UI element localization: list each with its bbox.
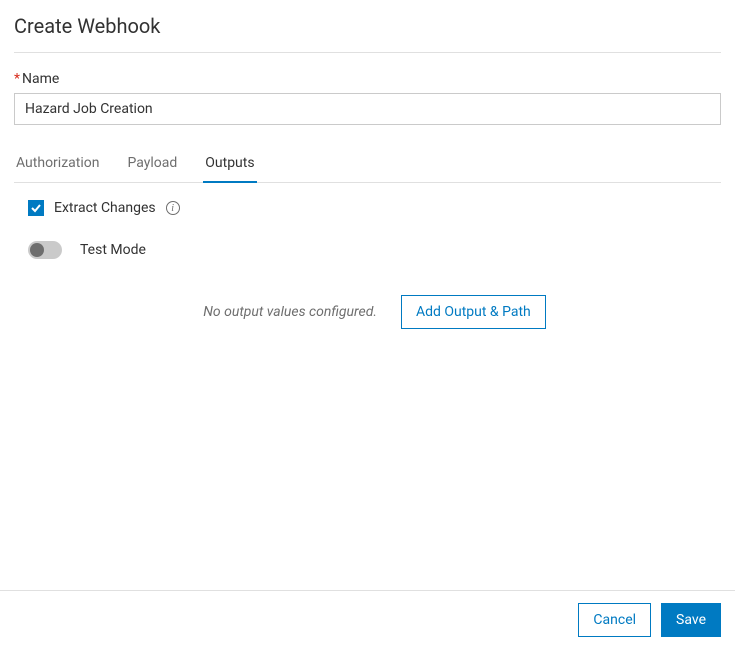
name-input[interactable]: [14, 93, 721, 125]
tabs: Authorization Payload Outputs: [14, 147, 721, 183]
extract-changes-label: Extract Changes: [54, 200, 156, 216]
required-marker: *: [14, 71, 20, 87]
add-output-path-button[interactable]: Add Output & Path: [401, 295, 546, 329]
divider: [14, 52, 721, 53]
test-mode-toggle[interactable]: [28, 241, 62, 259]
footer: Cancel Save: [0, 590, 735, 649]
name-label: *Name: [14, 71, 721, 87]
tab-authorization[interactable]: Authorization: [14, 147, 101, 183]
outputs-empty-message: No output values configured.: [203, 304, 377, 320]
save-button[interactable]: Save: [661, 603, 721, 637]
extract-changes-row: Extract Changes i: [28, 197, 721, 219]
test-mode-row: Test Mode: [28, 239, 721, 261]
outputs-empty-row: No output values configured. Add Output …: [28, 295, 721, 329]
cancel-button[interactable]: Cancel: [578, 603, 651, 637]
outputs-panel: Extract Changes i Test Mode No output va…: [14, 183, 721, 329]
name-label-text: Name: [22, 71, 59, 87]
test-mode-label: Test Mode: [80, 242, 146, 258]
extract-changes-checkbox[interactable]: [28, 200, 44, 216]
tab-outputs[interactable]: Outputs: [203, 147, 256, 183]
tab-payload[interactable]: Payload: [125, 147, 179, 183]
checkmark-icon: [30, 202, 42, 214]
info-icon[interactable]: i: [166, 201, 180, 215]
page-title: Create Webhook: [14, 14, 721, 38]
